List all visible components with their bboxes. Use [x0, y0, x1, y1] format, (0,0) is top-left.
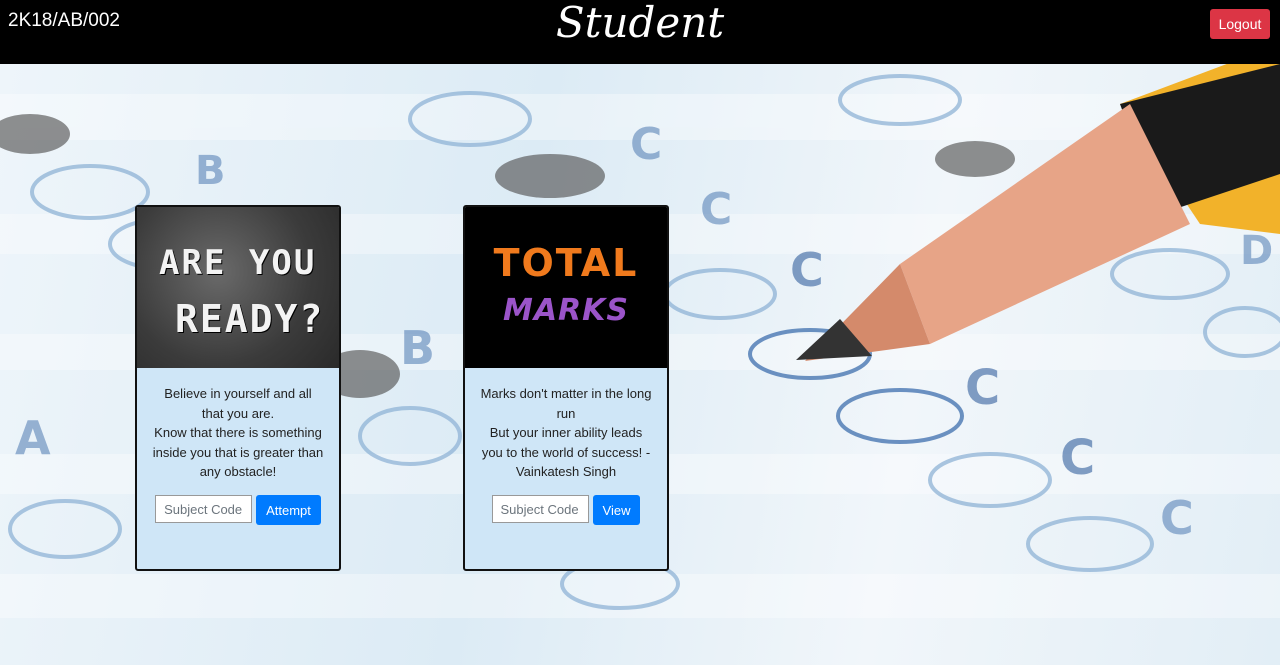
subject-code-input[interactable]	[491, 495, 589, 523]
svg-text:D: D	[1240, 228, 1273, 274]
image-text-line1: TOTAL	[493, 241, 639, 285]
svg-text:B: B	[195, 148, 226, 194]
svg-text:C: C	[790, 243, 824, 297]
svg-text:B: B	[400, 321, 435, 375]
quote-line: Believe in yourself and all	[164, 386, 312, 401]
quote-line: Know that there is something	[154, 425, 322, 440]
marks-card: TOTAL MARKS Marks don't matter in the lo…	[463, 205, 669, 571]
page-title: Student	[555, 0, 725, 47]
quote-line: you to the world of success! -	[481, 444, 651, 460]
attempt-controls: Attempt	[137, 495, 339, 525]
subject-code-input[interactable]	[155, 495, 253, 523]
are-you-ready-image: ARE YOU READY?	[137, 207, 339, 368]
svg-text:C: C	[630, 119, 662, 170]
attempt-card: ARE YOU READY? Believe in yourself and a…	[135, 205, 341, 571]
card-quote: Marks don't matter in the long run But y…	[465, 368, 667, 482]
quote-line: Vainkatesh Singh	[515, 464, 617, 479]
svg-text:C: C	[700, 184, 732, 235]
quote-line: run	[556, 405, 576, 421]
svg-text:C: C	[1060, 430, 1095, 486]
card-quote: Believe in yourself and all that you are…	[137, 368, 339, 482]
image-text-line1: ARE YOU	[159, 243, 317, 283]
svg-text:C: C	[965, 360, 1000, 416]
logout-button[interactable]: Logout	[1210, 9, 1270, 39]
view-button[interactable]: View	[592, 495, 641, 525]
image-text-line2: READY?	[175, 297, 325, 341]
top-navbar: 2K18/AB/002 Student Logout	[0, 0, 1280, 64]
image-text-line2: MARKS	[502, 293, 630, 328]
svg-text:C: C	[1160, 491, 1194, 545]
svg-text:A: A	[15, 411, 51, 465]
attempt-button[interactable]: Attempt	[256, 495, 321, 525]
quote-line: But your inner ability leads	[489, 425, 643, 440]
quote-line: Marks don't matter in the long	[480, 386, 652, 401]
quote-line: that you are.	[201, 405, 275, 421]
quote-line: any obstacle!	[199, 464, 277, 479]
view-controls: View	[465, 495, 667, 525]
quote-line: inside you that is greater than	[152, 444, 324, 460]
total-marks-image: TOTAL MARKS	[465, 207, 667, 368]
